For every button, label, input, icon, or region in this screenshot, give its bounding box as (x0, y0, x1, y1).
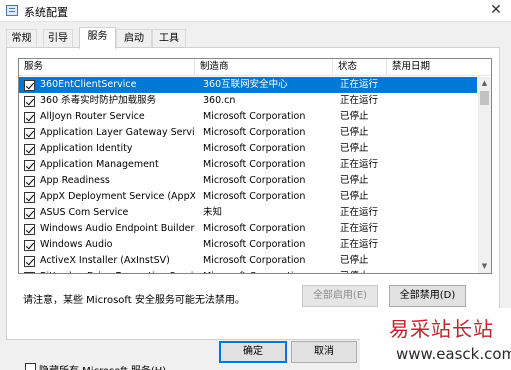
service-name: AppX Deployment Service (AppX... (40, 191, 195, 202)
service-checkbox[interactable] (24, 256, 35, 267)
service-status: 已停止 (340, 175, 369, 186)
service-row[interactable]: 360 杀毒实时防护加载服务 360.cn 正在运行 (19, 93, 477, 109)
service-status: 正在运行 (340, 95, 379, 106)
service-row[interactable]: AppX Deployment Service (AppX... Microsof… (19, 189, 477, 205)
scroll-up-icon[interactable]: ▲ (478, 77, 491, 90)
system-config-icon (6, 5, 18, 16)
vertical-scrollbar[interactable]: ▲ ▼ (478, 77, 491, 273)
tab-general[interactable]: 常规 (6, 29, 37, 48)
window-title: 系统配置 (24, 6, 68, 19)
service-status: 已停止 (340, 255, 369, 266)
services-list[interactable]: 服务 制造商 状态 禁用日期 360EntClientService 360互联网… (18, 58, 492, 274)
watermark-url: www.easck.com (396, 345, 511, 363)
service-maker: 360互联网安全中心 (203, 79, 288, 90)
cancel-button[interactable]: 取消 (291, 341, 357, 363)
service-name: ASUS Com Service (40, 207, 129, 218)
service-row[interactable]: 360EntClientService 360互联网安全中心 正在运行 (19, 77, 477, 93)
service-status: 正在运行 (340, 207, 379, 218)
enable-all-button[interactable]: 全部启用(E) (302, 285, 378, 307)
service-name: Application Identity (40, 143, 133, 154)
disable-all-button[interactable]: 全部禁用(D) (389, 285, 466, 307)
service-status: 已停止 (340, 269, 400, 273)
service-status: 已停止 (340, 111, 369, 122)
watermark-logo: 易采站长站 (389, 317, 494, 341)
scroll-down-icon[interactable]: ▼ (478, 260, 491, 273)
services-panel: 服务 制造商 状态 禁用日期 360EntClientService 360互联网… (6, 47, 500, 370)
service-row[interactable]: App Readiness Microsoft Corporation 已停止 (19, 173, 477, 189)
service-row[interactable]: Application Identity Microsoft Corporatio… (19, 141, 477, 157)
service-checkbox[interactable] (24, 224, 35, 235)
close-button[interactable]: ✕ (485, 0, 507, 22)
column-header-status[interactable]: 状态 (333, 59, 387, 76)
column-header-maker[interactable]: 制造商 (195, 59, 333, 76)
service-status: 正在运行 (340, 159, 379, 170)
service-name: Application Layer Gateway Service (40, 127, 195, 138)
service-checkbox[interactable] (24, 128, 35, 139)
service-row[interactable]: Windows Audio Endpoint Builder Microsoft … (19, 221, 477, 237)
service-maker: Microsoft Corporation (203, 255, 306, 266)
service-rows: 360EntClientService 360互联网安全中心 正在运行 360 杀毒实… (19, 77, 477, 273)
service-maker: Microsoft Corporation (203, 269, 335, 273)
service-name: App Readiness (40, 175, 110, 186)
service-row[interactable]: ASUS Com Service 未知 正在运行 (19, 205, 477, 221)
service-name: AllJoyn Router Service (40, 111, 145, 122)
service-row[interactable]: Application Management Microsoft Corporat… (19, 157, 477, 173)
service-maker: Microsoft Corporation (203, 127, 306, 138)
ok-button[interactable]: 确定 (219, 341, 287, 363)
service-maker: Microsoft Corporation (203, 191, 306, 202)
service-status: 已停止 (340, 127, 369, 138)
service-maker: Microsoft Corporation (203, 239, 306, 250)
service-maker: 未知 (203, 207, 223, 218)
service-row[interactable]: Application Layer Gateway Service Microso… (19, 125, 477, 141)
security-note: 请注意，某些 Microsoft 安全服务可能无法禁用。 (23, 295, 245, 306)
service-checkbox[interactable] (24, 176, 35, 187)
service-name: 360 杀毒实时防护加载服务 (40, 95, 157, 106)
service-checkbox[interactable] (24, 80, 35, 91)
list-header: 服务 制造商 状态 禁用日期 (19, 59, 491, 76)
service-checkbox[interactable] (24, 112, 35, 123)
service-name: Windows Audio (40, 239, 113, 250)
service-checkbox[interactable] (24, 192, 35, 203)
tab-boot[interactable]: 引导 (43, 29, 73, 48)
hide-ms-checkbox[interactable] (25, 363, 36, 370)
service-name: Application Management (40, 159, 159, 170)
service-status: 已停止 (340, 143, 369, 154)
service-maker: Microsoft Corporation (203, 175, 306, 186)
hide-ms-label: 隐藏所有 Microsoft 服务(H) (39, 362, 166, 370)
service-checkbox[interactable] (24, 208, 35, 219)
tab-tools[interactable]: 工具 (152, 29, 186, 48)
service-maker: Microsoft Corporation (203, 143, 306, 154)
service-checkbox[interactable] (24, 160, 35, 171)
service-status: 正在运行 (340, 239, 379, 250)
service-maker: Microsoft Corporation (203, 159, 306, 170)
service-maker: Microsoft Corporation (203, 223, 306, 234)
service-maker: 360.cn (203, 95, 236, 106)
service-status: 已停止 (340, 191, 369, 202)
service-row[interactable]: Windows Audio Microsoft Corporation 正在运行 (19, 237, 477, 253)
service-name: Windows Audio Endpoint Builder (40, 223, 195, 234)
title-bar: 系统配置 ✕ (0, 0, 511, 22)
service-row[interactable]: ActiveX Installer (AxInstSV) Microsoft Co… (19, 253, 477, 269)
service-checkbox[interactable] (24, 240, 35, 251)
service-row[interactable]: AllJoyn Router Service Microsoft Corporat… (19, 109, 477, 125)
service-status: 正在运行 (340, 79, 379, 90)
scroll-thumb[interactable] (480, 91, 489, 105)
service-name: ActiveX Installer (AxInstSV) (40, 255, 170, 266)
service-row[interactable]: BitLocker Drive Encryption Service Micros… (19, 269, 477, 273)
column-header-service[interactable]: 服务 (19, 59, 195, 76)
column-header-disabled-date[interactable]: 禁用日期 (387, 59, 477, 76)
service-status: 正在运行 (340, 223, 379, 234)
service-name: BitLocker Drive Encryption Service (40, 269, 195, 273)
service-checkbox[interactable] (24, 272, 35, 273)
tab-startup[interactable]: 启动 (116, 29, 152, 48)
service-name: 360EntClientService (40, 79, 137, 90)
service-checkbox[interactable] (24, 96, 35, 107)
tab-services[interactable]: 服务 (79, 27, 116, 49)
service-checkbox[interactable] (24, 144, 35, 155)
service-maker: Microsoft Corporation (203, 111, 306, 122)
